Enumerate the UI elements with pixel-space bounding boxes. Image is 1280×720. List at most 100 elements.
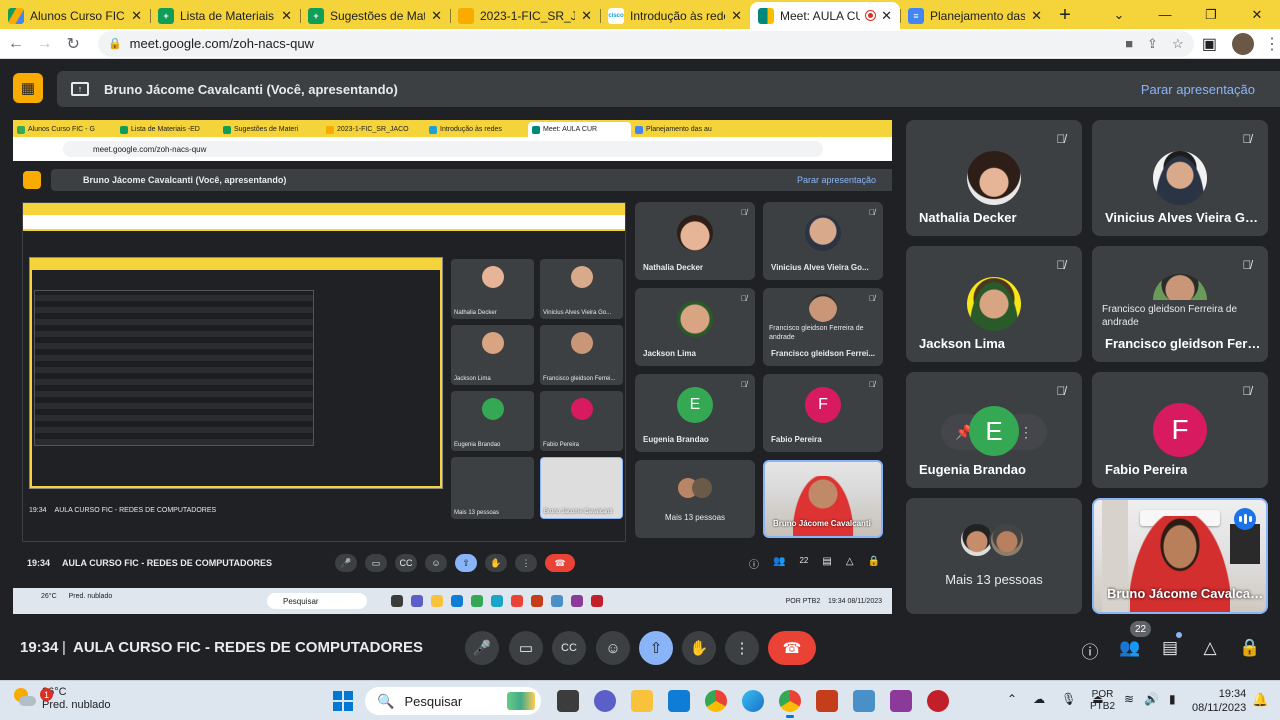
- app-icon: [391, 595, 403, 607]
- leave-call-button[interactable]: ☎: [768, 631, 816, 665]
- mic-button[interactable]: 🎤: [465, 631, 499, 665]
- browser-tab[interactable]: 2023-1-FIC_SR_JACO ✕: [450, 2, 600, 29]
- winrar-icon[interactable]: [890, 690, 912, 712]
- chrome-icon[interactable]: [705, 690, 727, 712]
- participant-tile[interactable]: 🎙̸ 📌 ⋮ E Eugenia Brandao: [906, 372, 1082, 488]
- clock-date: 08/11/2023: [1192, 702, 1247, 714]
- close-tab-icon[interactable]: ✕: [431, 8, 442, 24]
- url-input[interactable]: 🔒 meet.google.com/zoh-nacs-quw ■ ⇪ ☆: [97, 30, 1194, 57]
- store-icon[interactable]: [668, 690, 690, 712]
- shared-tile-name: Jackson Lima: [643, 349, 696, 358]
- system-clock[interactable]: 19:34 08/11/2023: [1192, 687, 1246, 715]
- more-options-icon[interactable]: ⋮: [1019, 424, 1033, 441]
- weather-widget[interactable]: 1 26°C Pred. nublado: [14, 686, 111, 712]
- taskbar-search[interactable]: 🔍 Pesquisar: [365, 687, 541, 715]
- participant-tile[interactable]: 🎙̸ F Fabio Pereira: [1092, 372, 1268, 488]
- browser-tab[interactable]: Alunos Curso FIC - G ✕: [0, 2, 150, 29]
- mic-off-icon: 🎙̸: [1056, 258, 1066, 272]
- shared-tab: 2023-1-FIC_SR_JACO: [322, 122, 425, 137]
- close-tab-icon[interactable]: ✕: [581, 8, 592, 24]
- participant-tile[interactable]: 🎙̸ Francisco gleidson Ferreira de andrad…: [1092, 246, 1268, 362]
- back-icon[interactable]: ←: [3, 31, 29, 57]
- self-video-tile[interactable]: Bruno Jácome Cavalcanti: [1092, 498, 1268, 614]
- shared-presenting-banner: Bruno Jácome Cavalcanti (Você, apresenta…: [51, 169, 892, 191]
- wifi-icon[interactable]: ≋: [1124, 692, 1134, 706]
- shared-address-bar: meet.google.com/zoh-nacs-quw: [13, 137, 892, 161]
- activities-icon[interactable]: △: [1199, 638, 1221, 658]
- nested-shared-screen: Nathalia Decker Vinicius Alves Vieira Go…: [22, 202, 626, 542]
- close-tab-icon[interactable]: ✕: [881, 8, 892, 24]
- onedrive-icon[interactable]: ☁: [1033, 692, 1045, 706]
- browser-tab-active[interactable]: Meet: AULA CUR ✕: [750, 2, 900, 29]
- maximize-icon[interactable]: ❐: [1188, 0, 1234, 29]
- tab-search-icon[interactable]: ⌄: [1096, 0, 1142, 29]
- microphone-icon[interactable]: 🎙: [1061, 692, 1076, 706]
- document-icon: [458, 7, 474, 24]
- captions-button[interactable]: CC: [552, 631, 586, 665]
- chrome-active-icon[interactable]: [779, 690, 801, 718]
- browser-tab[interactable]: cisco Introdução às redes ✕: [600, 2, 750, 29]
- present-button[interactable]: ⇧: [639, 631, 673, 665]
- tab-title: Introdução às redes: [630, 8, 725, 23]
- lock-icon[interactable]: 🔒: [108, 37, 122, 50]
- browser-tab[interactable]: + Lista de Materiais -ED ✕: [150, 2, 300, 29]
- host-controls-icon: 🔒: [867, 555, 880, 567]
- participant-tile[interactable]: 🎙̸ Nathalia Decker: [906, 120, 1082, 236]
- show-hidden-icons[interactable]: ⌃: [1007, 692, 1017, 706]
- stop-presenting-button[interactable]: Parar apresentação: [1141, 82, 1255, 97]
- new-tab-button[interactable]: +: [1050, 2, 1080, 29]
- share-icon[interactable]: ⇪: [1147, 36, 1158, 52]
- meeting-info-icon[interactable]: ⓘ: [1079, 638, 1101, 663]
- tab-title: Meet: AULA CUR: [780, 8, 861, 23]
- close-window-icon[interactable]: ✕: [1234, 0, 1280, 29]
- emoji-icon: ☺: [425, 554, 447, 572]
- shared-participant-grid: 🎙̸ Nathalia Decker 🎙̸ Vinicius Alves Vie…: [635, 202, 883, 542]
- volume-icon[interactable]: 🔊: [1144, 692, 1159, 706]
- avatar: [677, 215, 713, 252]
- participant-tile[interactable]: 🎙̸ Vinicius Alves Vieira Go...: [1092, 120, 1268, 236]
- powerpoint-icon[interactable]: [816, 690, 838, 712]
- more-options-button[interactable]: ⋮: [725, 631, 759, 665]
- people-icon[interactable]: 👥: [1119, 638, 1141, 658]
- more-menu-icon[interactable]: ⋮: [1264, 34, 1280, 54]
- google-sheets-icon: +: [158, 7, 174, 24]
- app-icon[interactable]: [927, 690, 949, 712]
- battery-icon[interactable]: ▮: [1169, 692, 1176, 706]
- tab-title: 2023-1-FIC_SR_JACO: [480, 8, 576, 23]
- presentation-off-icon[interactable]: ▦: [13, 73, 43, 103]
- reload-icon[interactable]: ↻: [60, 31, 86, 57]
- profile-avatar[interactable]: [1232, 32, 1254, 55]
- cisco-icon: cisco: [608, 7, 624, 24]
- camera-button[interactable]: ▭: [509, 631, 543, 665]
- mic-off-icon: 🎙̸: [1056, 132, 1066, 146]
- close-tab-icon[interactable]: ✕: [131, 8, 142, 24]
- chat-icon[interactable]: ▤: [1159, 638, 1181, 658]
- task-view-icon[interactable]: [557, 690, 579, 712]
- bookmark-star-icon[interactable]: ☆: [1172, 36, 1184, 52]
- host-controls-icon[interactable]: 🔒: [1239, 638, 1261, 658]
- chat-icon[interactable]: [594, 690, 616, 712]
- close-tab-icon[interactable]: ✕: [731, 8, 742, 24]
- raise-hand-button[interactable]: ✋: [682, 631, 716, 665]
- emoji-button[interactable]: ☺: [596, 631, 630, 665]
- forward-icon[interactable]: →: [32, 31, 58, 57]
- close-tab-icon[interactable]: ✕: [1031, 8, 1042, 24]
- more-participants-tile[interactable]: Mais 13 pessoas: [906, 498, 1082, 614]
- shared-clock: 19:34: [828, 597, 846, 605]
- minimize-icon[interactable]: —: [1142, 0, 1188, 29]
- language-indicator[interactable]: POR PTB2: [1090, 689, 1115, 713]
- file-explorer-icon[interactable]: [631, 690, 653, 712]
- side-panel-icon[interactable]: ▣: [1197, 31, 1223, 57]
- notepad-icon[interactable]: [853, 690, 875, 712]
- nested-controls: 19:34 AULA CURSO FIC - REDES DE COMPUTAD…: [29, 501, 623, 519]
- camera-icon[interactable]: ■: [1125, 36, 1133, 52]
- edge-icon[interactable]: [742, 690, 764, 712]
- start-button[interactable]: [333, 691, 353, 711]
- nested-tile: Vinicius Alves Vieira Go...: [540, 259, 623, 319]
- browser-tab[interactable]: + Sugestões de Materi ✕: [300, 2, 450, 29]
- app-icon: [451, 595, 463, 607]
- browser-tab[interactable]: ≡ Planejamento das au ✕: [900, 2, 1050, 29]
- notification-bell-icon[interactable]: 🔔: [1252, 692, 1268, 708]
- participant-tile[interactable]: 🎙̸ Jackson Lima: [906, 246, 1082, 362]
- close-tab-icon[interactable]: ✕: [281, 8, 292, 24]
